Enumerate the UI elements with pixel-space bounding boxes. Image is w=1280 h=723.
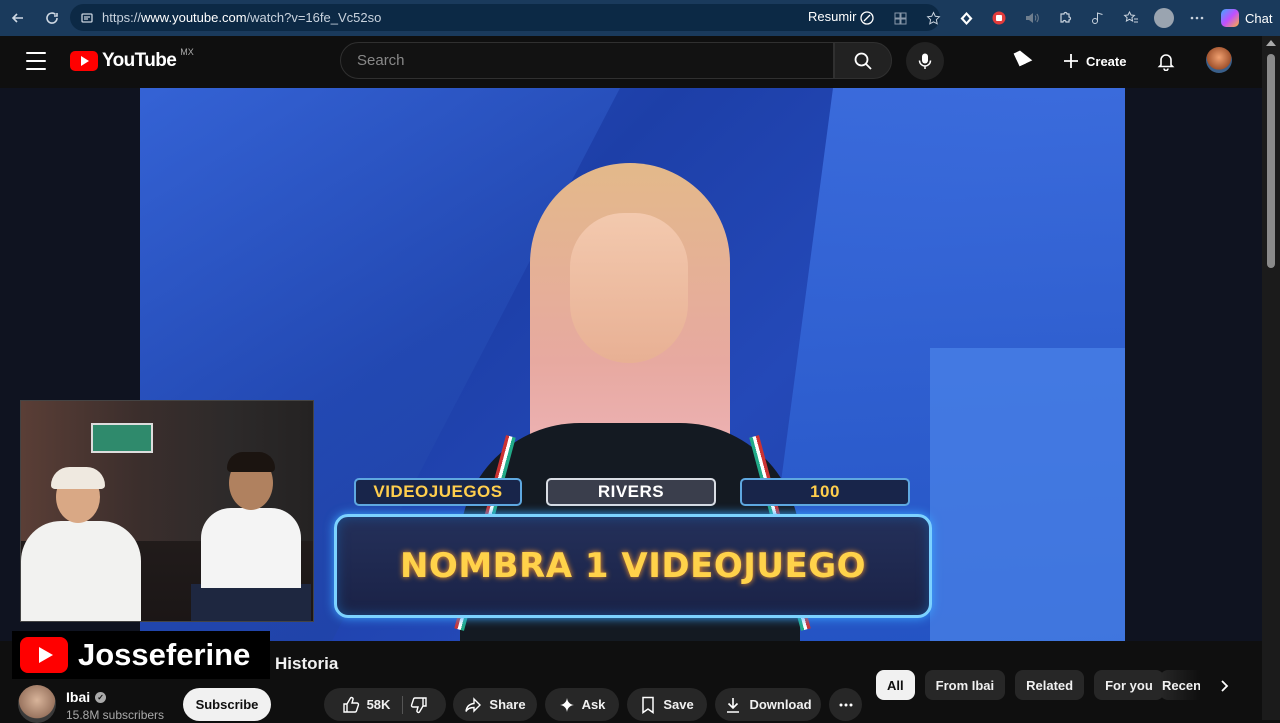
chevron-right-icon[interactable] [1210, 672, 1238, 700]
question-panel: NOMBRA 1 VIDEOJUEGO [334, 514, 932, 618]
contestant-name-tag: RIVERS [546, 478, 716, 506]
url-text: https://www.youtube.com/watch?v=16fe_Vc5… [102, 10, 382, 25]
voice-search-button[interactable] [906, 42, 944, 80]
copilot-summary-icon[interactable] [855, 6, 879, 30]
channel-watermark: Josseferine [12, 631, 270, 679]
extension-diamond-icon[interactable] [954, 6, 978, 30]
more-actions-button[interactable] [829, 688, 862, 721]
youtube-header: YouTube MX Create [0, 36, 1262, 88]
notifications-button[interactable] [1152, 47, 1180, 75]
chip-for-you[interactable]: For you [1094, 670, 1164, 700]
download-label: Download [749, 697, 812, 712]
category-tag: VIDEOJUEGOS [354, 478, 522, 506]
watermark-channel-name: Josseferine [78, 637, 251, 672]
back-arrow-icon[interactable] [2, 2, 34, 34]
chat-label: Chat [1245, 10, 1273, 26]
sparkle-icon [559, 697, 574, 712]
share-button[interactable]: Share [453, 688, 537, 721]
copilot-chat-button[interactable]: Chat [1213, 5, 1280, 31]
youtube-wordmark: YouTube [102, 50, 177, 71]
subscribe-button[interactable]: Subscribe [183, 688, 271, 721]
search-icon [854, 52, 872, 70]
more-options-icon[interactable] [1185, 6, 1209, 30]
thumbs-up-icon [342, 696, 359, 713]
chip-all[interactable]: All [876, 670, 915, 700]
share-label: Share [489, 697, 526, 712]
bookmark-icon [642, 696, 655, 714]
volume-icon[interactable] [1020, 6, 1044, 30]
more-horizontal-icon [839, 703, 852, 706]
youtube-play-icon [20, 637, 68, 673]
question-text: NOMBRA 1 VIDEOJUEGO [399, 546, 867, 586]
microphone-icon [918, 53, 932, 69]
media-icon[interactable] [1086, 6, 1110, 30]
guest-figure [191, 452, 311, 621]
search-button[interactable] [834, 42, 892, 79]
favorites-bar-icon[interactable] [1119, 6, 1143, 30]
youtube-play-icon [70, 51, 98, 71]
account-avatar[interactable] [1206, 47, 1232, 73]
create-label: Create [1086, 53, 1127, 69]
channel-name-link[interactable]: Ibai ✓ [66, 689, 107, 705]
like-dislike-group: 58K [324, 688, 446, 721]
search-input[interactable] [357, 52, 833, 69]
save-button[interactable]: Save [627, 688, 707, 721]
site-info-icon[interactable] [80, 11, 94, 25]
country-code: MX [180, 47, 194, 57]
verified-check-icon: ✓ [95, 691, 107, 703]
apps-icon[interactable] [888, 6, 912, 30]
chip-from-ibai[interactable]: From Ibai [924, 670, 1006, 700]
bell-icon [1157, 54, 1175, 71]
browser-toolbar: https://www.youtube.com/watch?v=16fe_Vc5… [0, 0, 1280, 36]
youtube-logo[interactable]: YouTube MX [70, 47, 194, 72]
video-title: Historia [275, 654, 339, 673]
search-box [340, 42, 834, 79]
extensions-puzzle-icon[interactable] [1053, 6, 1077, 30]
hamburger-menu-icon[interactable] [26, 52, 46, 70]
share-icon [465, 696, 482, 713]
like-count: 58K [366, 697, 391, 712]
like-button[interactable]: 58K [342, 695, 404, 714]
profile-icon[interactable] [1152, 6, 1176, 30]
video-player[interactable]: VIDEOJUEGOS RIVERS 100 NOMBRA 1 VIDEOJUE… [0, 88, 1262, 641]
download-icon [727, 697, 740, 713]
ask-label: Ask [581, 697, 606, 712]
exit-sign [91, 423, 153, 453]
download-button[interactable]: Download [715, 688, 821, 721]
dislike-button[interactable] [410, 696, 428, 714]
reload-icon[interactable] [36, 2, 68, 34]
resumir-button[interactable]: Resumir [808, 9, 856, 24]
favorite-star-icon[interactable] [921, 6, 945, 30]
save-label: Save [663, 697, 694, 712]
scroll-thumb[interactable] [1267, 54, 1275, 268]
ask-button[interactable]: Ask [545, 688, 619, 721]
streamer-figure [21, 467, 141, 621]
channel-name: Ibai [66, 689, 91, 705]
thumbs-down-icon [411, 696, 428, 713]
recommendation-chips: All From Ibai Related For you [876, 670, 1164, 700]
chip-recent-partial[interactable]: Recen [1160, 670, 1200, 700]
chip-related[interactable]: Related [1015, 670, 1085, 700]
page-scrollbar[interactable] [1262, 36, 1280, 720]
points-tag: 100 [740, 478, 910, 506]
scroll-up-arrow-icon[interactable] [1266, 40, 1276, 46]
copilot-icon [1221, 9, 1239, 27]
plus-icon [1064, 54, 1078, 68]
background-shape [930, 348, 1125, 641]
create-button[interactable]: Create [1052, 45, 1136, 77]
browser-extension-icons [860, 6, 1209, 30]
channel-avatar[interactable] [18, 685, 56, 723]
webcam-overlay [20, 400, 314, 622]
extension-red-icon[interactable] [987, 6, 1011, 30]
